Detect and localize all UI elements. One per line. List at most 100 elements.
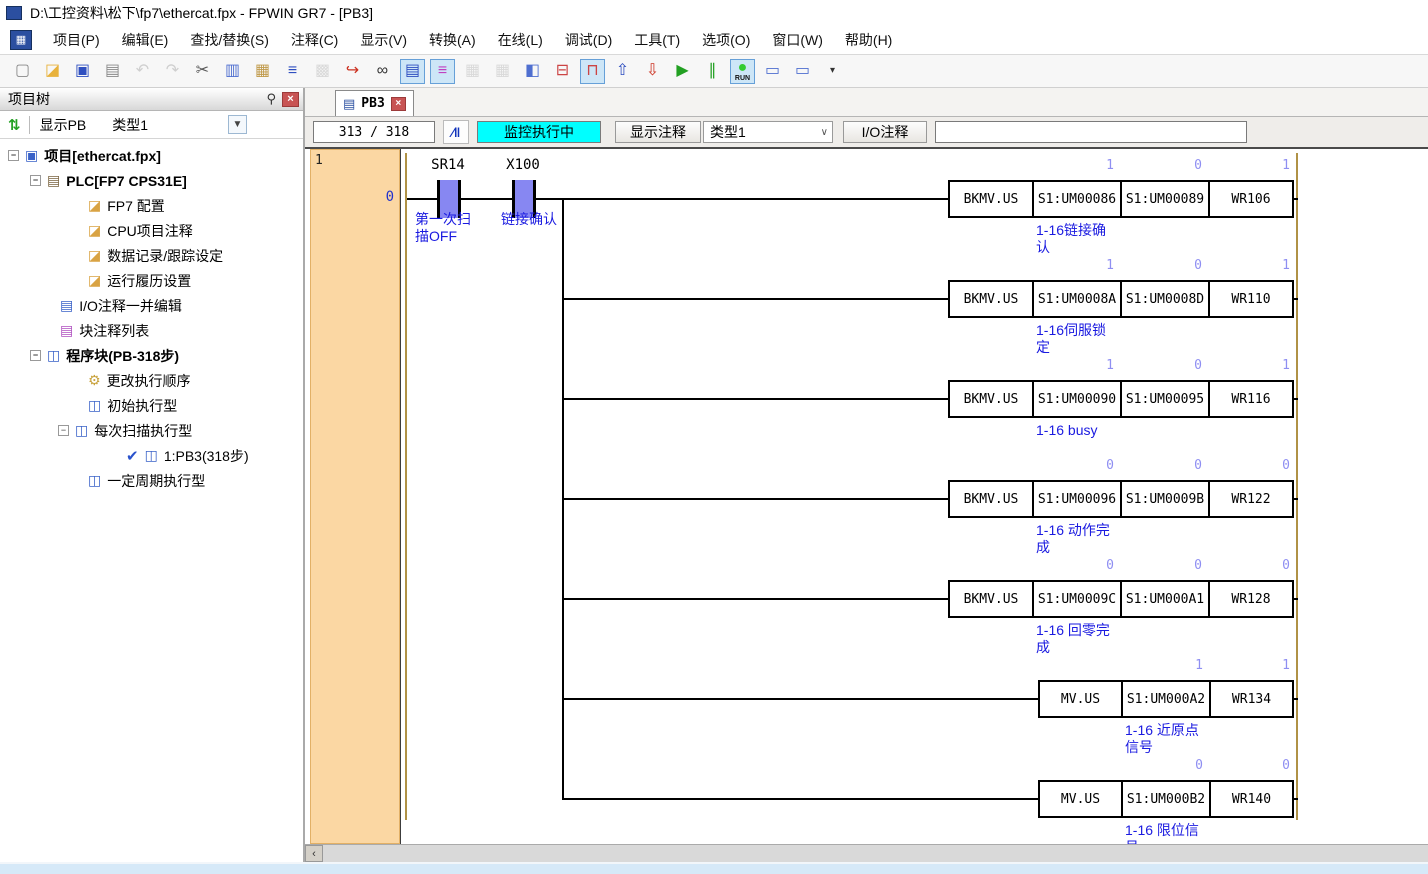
new-file-icon[interactable]: ▢ <box>10 59 35 84</box>
tab-pb3[interactable]: ▤ PB3 × <box>335 90 414 116</box>
expander-icon[interactable]: − <box>30 350 41 361</box>
pause-glasses-icon[interactable]: ∥ <box>700 59 725 84</box>
instruction-cell[interactable]: BKMV.US <box>948 380 1034 418</box>
instruction-cell[interactable]: MV.US <box>1038 680 1123 718</box>
monitor-window-icon[interactable]: ▭ <box>760 59 785 84</box>
convert-icon[interactable]: ◧ <box>520 59 545 84</box>
instruction-cell[interactable]: BKMV.US <box>948 180 1034 218</box>
online-plug-icon[interactable]: ⊓ <box>580 59 605 84</box>
operand-cell[interactable]: S1:UM000B2 <box>1121 780 1211 818</box>
horizontal-scrollbar[interactable]: ‹ <box>305 844 1428 862</box>
pin-icon[interactable]: ⚲ <box>266 91 276 107</box>
menu-view[interactable]: 显示(V) <box>349 26 418 54</box>
stamp-icon[interactable]: ▩ <box>310 59 335 84</box>
menu-comment[interactable]: 注释(C) <box>280 26 349 54</box>
menu-edit[interactable]: 编辑(E) <box>111 26 180 54</box>
io-comment-button[interactable]: I/O注释 <box>843 121 927 143</box>
instruction-cell[interactable]: MV.US <box>1038 780 1123 818</box>
operand-cell[interactable]: WR122 <box>1208 480 1294 518</box>
undo-icon[interactable]: ↶ <box>130 59 155 84</box>
menu-debug[interactable]: 调试(D) <box>554 26 623 54</box>
tab-close-icon[interactable]: × <box>391 97 406 111</box>
monitor-toggle-icon[interactable]: ∕‖ <box>443 120 469 144</box>
operand-cell[interactable]: S1:UM00089 <box>1120 180 1210 218</box>
tree-node-io-comment-edit[interactable]: ▤ I/O注释一并编辑 <box>0 293 303 318</box>
operand-cell[interactable]: S1:UM000A2 <box>1121 680 1211 718</box>
tree-node-plc[interactable]: − ▤ PLC[FP7 CPS31E] <box>0 168 303 193</box>
tree-node-every-scan-exec[interactable]: − ◫ 每次扫描执行型 <box>0 418 303 443</box>
operand-cell[interactable]: S1:UM0009C <box>1032 580 1122 618</box>
menu-tools[interactable]: 工具(T) <box>623 26 691 54</box>
print-icon[interactable]: ▤ <box>100 59 125 84</box>
menu-project[interactable]: 项目(P) <box>42 26 111 54</box>
expander-icon[interactable]: − <box>58 425 69 436</box>
sort-order-icon[interactable]: ⇅ <box>8 116 21 134</box>
run-mode-icon[interactable]: ● RUN <box>730 59 755 84</box>
operand-cell[interactable]: S1:UM0008A <box>1032 280 1122 318</box>
comment-type-select[interactable]: 类型1 ∨ <box>703 121 833 143</box>
ladder-view-icon[interactable]: ▤ <box>400 59 425 84</box>
rung-comment: 1-16链接确认 <box>1036 222 1110 256</box>
tree-node-cpu-comment[interactable]: ◪ CPU项目注释 <box>0 218 303 243</box>
instruction-cell[interactable]: BKMV.US <box>948 580 1034 618</box>
expander-icon[interactable]: − <box>8 150 19 161</box>
tree-node-program-blocks[interactable]: − ◫ 程序块(PB-318步) <box>0 343 303 368</box>
comment-view-icon[interactable]: ≡ <box>430 59 455 84</box>
toolbar-more-icon[interactable]: ▾ <box>820 59 845 84</box>
operand-cell[interactable]: WR140 <box>1209 780 1294 818</box>
open-file-icon[interactable]: ◪ <box>40 59 65 84</box>
tree-node-project[interactable]: − ▣ 项目[ethercat.fpx] <box>0 143 303 168</box>
menu-find-replace[interactable]: 查找/替换(S) <box>179 26 280 54</box>
jump-icon[interactable]: ↪ <box>340 59 365 84</box>
comment-input[interactable] <box>935 121 1247 143</box>
operand-cell[interactable]: WR116 <box>1208 380 1294 418</box>
copy-icon[interactable]: ▥ <box>220 59 245 84</box>
grid-icon[interactable]: ▦ <box>460 59 485 84</box>
operand-cell[interactable]: S1:UM0009B <box>1120 480 1210 518</box>
operand-cell[interactable]: S1:UM00095 <box>1120 380 1210 418</box>
operand-cell[interactable]: S1:UM000A1 <box>1120 580 1210 618</box>
save-icon[interactable]: ▣ <box>70 59 95 84</box>
tree-node-block-comment-list[interactable]: ▤ 块注释列表 <box>0 318 303 343</box>
find-icon[interactable]: ∞ <box>370 59 395 84</box>
panel-close-icon[interactable]: × <box>282 92 299 107</box>
operand-cell[interactable]: WR134 <box>1209 680 1294 718</box>
show-comment-button[interactable]: 显示注释 <box>615 121 701 143</box>
tree-node-change-exec-order[interactable]: ⚙ 更改执行顺序 <box>0 368 303 393</box>
operand-cell[interactable]: WR128 <box>1208 580 1294 618</box>
clear-device-icon[interactable]: ⊟ <box>550 59 575 84</box>
redo-icon[interactable]: ↷ <box>160 59 185 84</box>
operand-cell[interactable]: S1:UM00090 <box>1032 380 1122 418</box>
menu-convert[interactable]: 转换(A) <box>418 26 487 54</box>
grid2-icon[interactable]: ▦ <box>490 59 515 84</box>
download-icon[interactable]: ⇩ <box>640 59 665 84</box>
menu-help[interactable]: 帮助(H) <box>834 26 903 54</box>
menu-online[interactable]: 在线(L) <box>487 26 554 54</box>
operand-cell[interactable]: S1:UM00096 <box>1032 480 1122 518</box>
operand-cell[interactable]: WR106 <box>1208 180 1294 218</box>
upload-icon[interactable]: ⇧ <box>610 59 635 84</box>
instruction-cell[interactable]: BKMV.US <box>948 280 1034 318</box>
menu-options[interactable]: 选项(O) <box>691 26 761 54</box>
monitor-window2-icon[interactable]: ▭ <box>790 59 815 84</box>
operand-cell[interactable]: S1:UM00086 <box>1032 180 1122 218</box>
tree-node-datalog-trace[interactable]: ◪ 数据记录/跟踪设定 <box>0 243 303 268</box>
insert-row-icon[interactable]: ≡ <box>280 59 305 84</box>
operand-cell[interactable]: S1:UM0008D <box>1120 280 1210 318</box>
ladder-canvas[interactable]: 1 0 <box>305 149 1428 844</box>
paste-icon[interactable]: ▦ <box>250 59 275 84</box>
tree-node-fp7-config[interactable]: ◪ FP7 配置 <box>0 193 303 218</box>
operand-cell[interactable]: WR110 <box>1208 280 1294 318</box>
scroll-left-icon[interactable]: ‹ <box>305 845 323 862</box>
tree-type-dropdown[interactable]: ▼ <box>228 115 247 134</box>
tree-node-run-history[interactable]: ◪ 运行履历设置 <box>0 268 303 293</box>
instruction-cell[interactable]: BKMV.US <box>948 480 1034 518</box>
cut-icon[interactable]: ✂ <box>190 59 215 84</box>
tree-node-initial-exec[interactable]: ◫ 初始执行型 <box>0 393 303 418</box>
tree-node-fixed-cycle-exec[interactable]: ◫ 一定周期执行型 <box>0 468 303 493</box>
expander-icon[interactable]: − <box>30 175 41 186</box>
run-glasses-icon[interactable]: ▶ <box>670 59 695 84</box>
menu-window[interactable]: 窗口(W) <box>761 26 834 54</box>
tree-node-pb3[interactable]: ✔ ◫ 1:PB3(318步) <box>0 443 303 468</box>
monitor-value: 0 <box>1163 758 1203 773</box>
